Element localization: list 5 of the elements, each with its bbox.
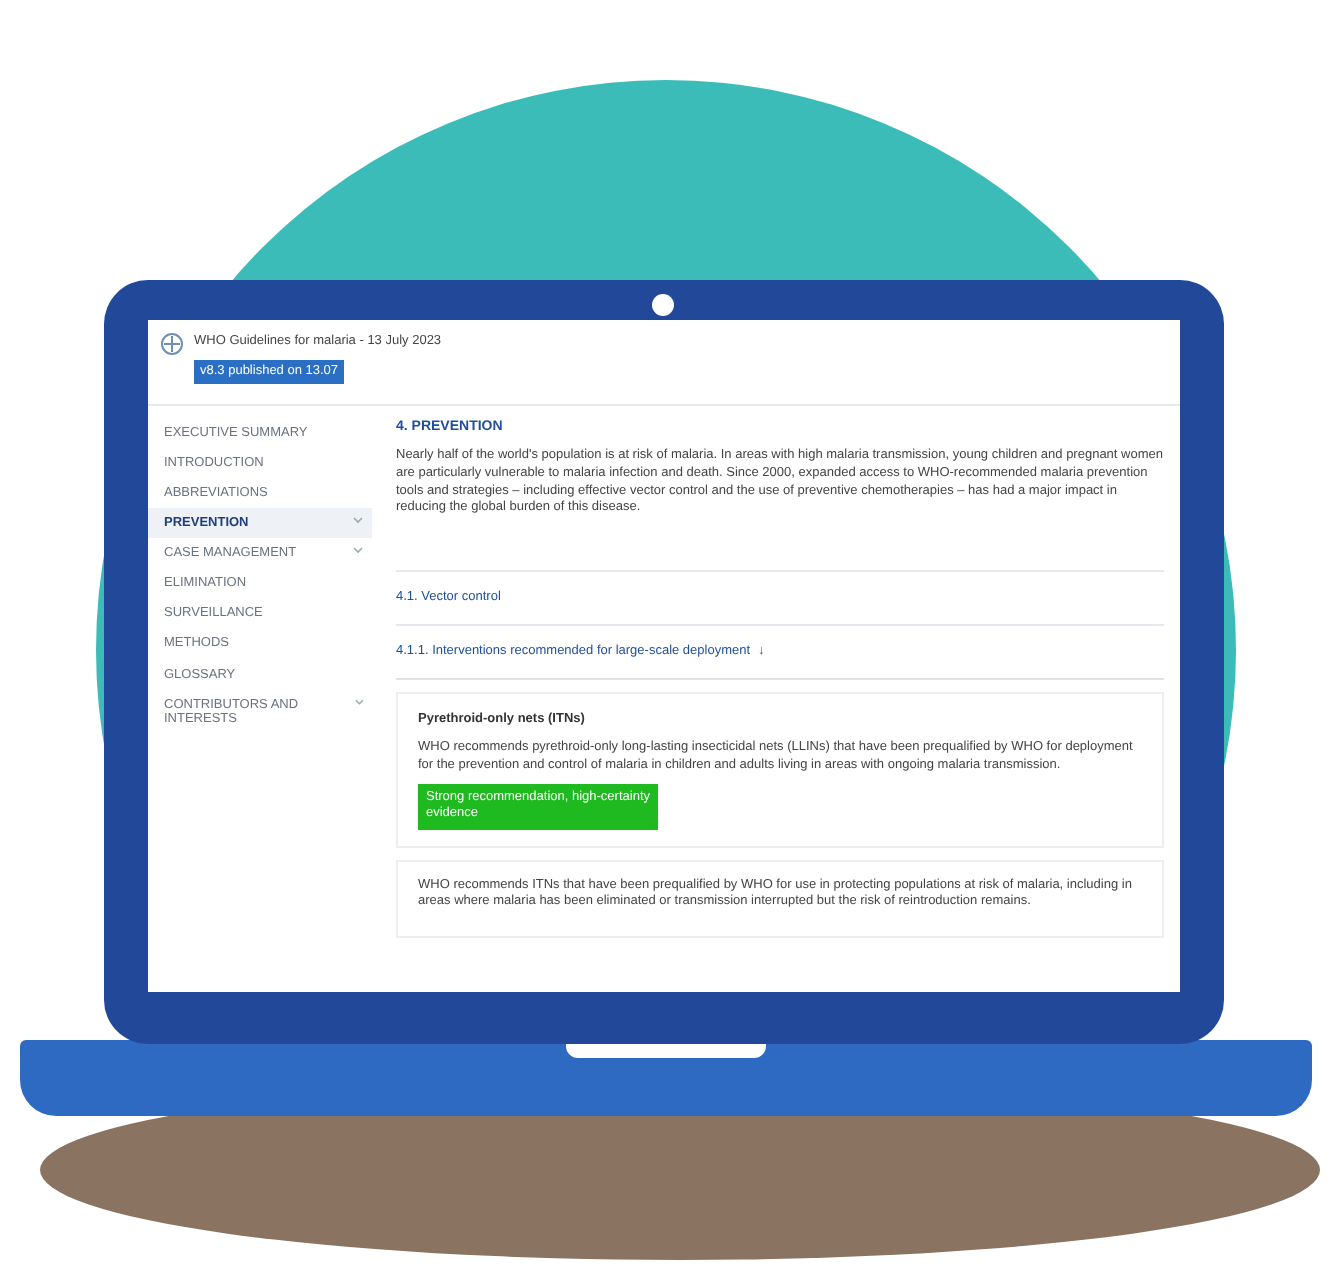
chevron-icon [352, 546, 364, 555]
chevron-icon [352, 515, 364, 524]
globe-logo-icon [160, 332, 184, 356]
chevron-icon [353, 697, 364, 706]
camera-icon [652, 294, 674, 316]
